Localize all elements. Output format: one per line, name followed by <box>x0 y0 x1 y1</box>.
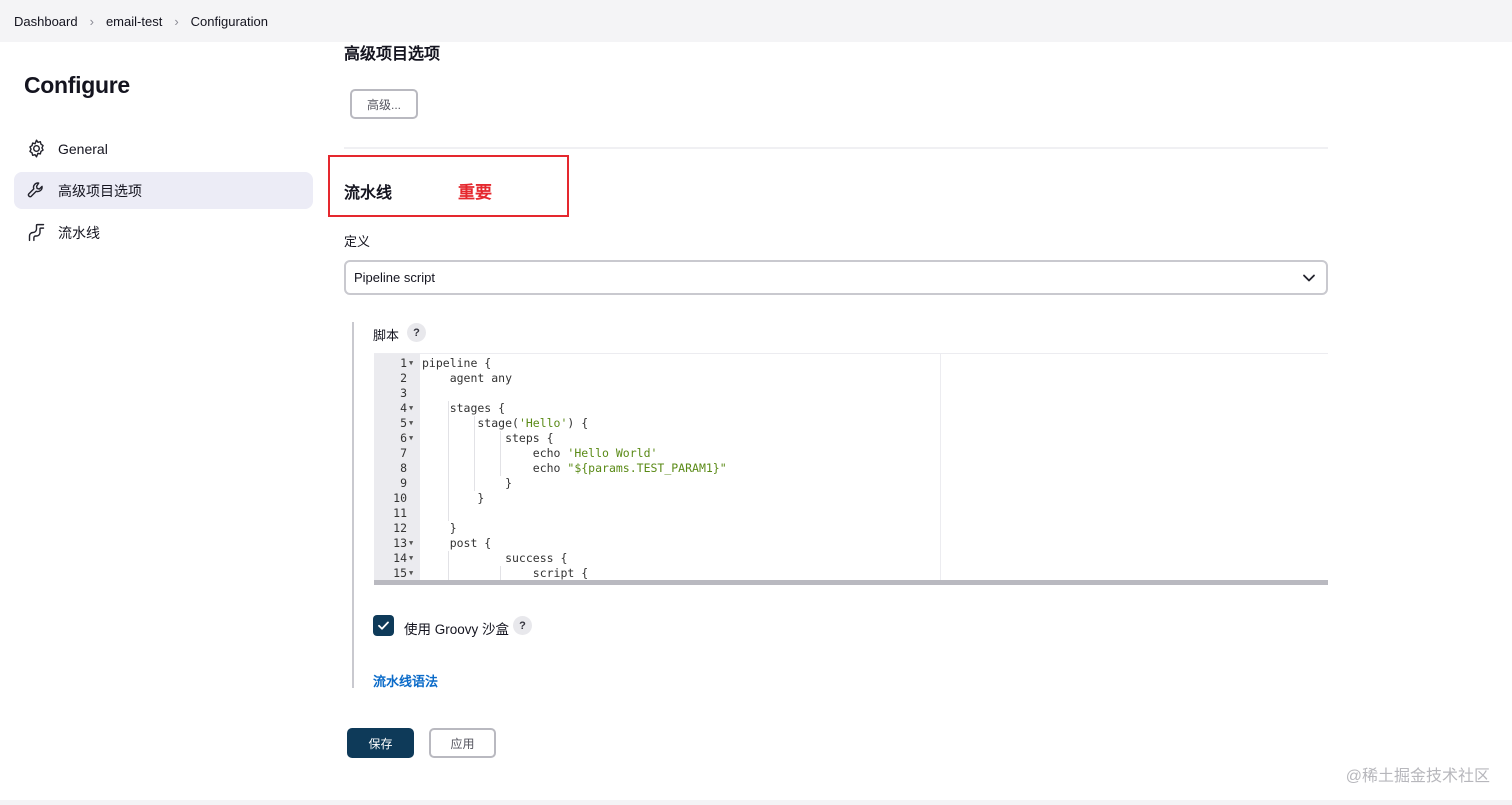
indent-guide <box>500 566 501 581</box>
code-line: 12 } <box>374 521 1328 536</box>
chevron-right-icon: › <box>174 13 179 29</box>
code-text: } <box>422 491 485 505</box>
fold-arrow-icon[interactable]: ▼ <box>409 416 413 431</box>
sidebar-item-pipeline[interactable]: 流水线 <box>14 214 313 251</box>
code-line: 7 echo 'Hello World' <box>374 446 1328 461</box>
indent-guide <box>474 416 475 491</box>
breadcrumb: Dashboard › email-test › Configuration <box>0 0 1512 42</box>
bottom-strip <box>0 800 1512 805</box>
fold-arrow-icon[interactable]: ▼ <box>409 536 413 551</box>
line-number: 15 <box>393 566 407 580</box>
line-number: 3 <box>400 386 407 400</box>
advanced-button[interactable]: 高级... <box>350 89 418 119</box>
code-string: 'Hello World' <box>567 446 658 460</box>
code-line: 2 agent any <box>374 371 1328 386</box>
save-button[interactable]: 保存 <box>347 728 414 758</box>
line-number: 7 <box>400 446 407 460</box>
groovy-sandbox-label: 使用 Groovy 沙盒 <box>404 622 510 637</box>
code-line: 11 <box>374 506 1328 521</box>
breadcrumb-configuration[interactable]: Configuration <box>191 14 268 29</box>
code-text: echo 'Hello World' <box>422 446 658 460</box>
indent-guide <box>448 551 449 581</box>
code-text: script { <box>422 566 589 580</box>
gear-icon <box>26 138 47 159</box>
indent-guide <box>500 431 501 476</box>
code-line: 4 ▼ stages { <box>374 401 1328 416</box>
groovy-sandbox-checkbox[interactable] <box>373 615 394 636</box>
checkmark-icon <box>378 621 389 630</box>
section-title-pipeline: 流水线 <box>344 185 393 202</box>
fold-arrow-icon[interactable]: ▼ <box>409 356 413 371</box>
line-number: 4 <box>400 401 407 415</box>
script-label: 脚本 <box>373 328 400 343</box>
fold-arrow-icon[interactable]: ▼ <box>409 551 413 566</box>
definition-select[interactable]: Pipeline script <box>344 260 1328 295</box>
line-number: 1 <box>400 356 407 370</box>
definition-label: 定义 <box>344 234 371 249</box>
section-divider <box>344 147 1328 149</box>
fold-arrow-icon[interactable]: ▼ <box>409 401 413 416</box>
breadcrumb-dashboard[interactable]: Dashboard <box>14 14 78 29</box>
code-line: 3 <box>374 386 1328 401</box>
pipeline-syntax-link[interactable]: 流水线语法 <box>373 671 438 690</box>
pipeline-icon <box>26 222 47 243</box>
code-line: 14 ▼ success { <box>374 551 1328 566</box>
code-line: 6 ▼ steps { <box>374 431 1328 446</box>
watermark: @稀土掘金技术社区 <box>1345 768 1490 785</box>
code-string: "${params.TEST_PARAM1}" <box>567 461 727 475</box>
line-number: 5 <box>400 416 407 430</box>
line-number: 12 <box>393 521 407 535</box>
code-line: 9 } <box>374 476 1328 491</box>
line-number: 11 <box>393 506 407 520</box>
breadcrumb-job[interactable]: email-test <box>106 14 162 29</box>
code-text: success { <box>422 551 568 565</box>
code-line: 5 ▼ stage('Hello') { <box>374 416 1328 431</box>
sidebar-item-general[interactable]: General <box>14 130 313 167</box>
definition-select-value: Pipeline script <box>354 270 435 285</box>
line-number: 13 <box>393 536 407 550</box>
line-number: 9 <box>400 476 407 490</box>
code-line: 10 } <box>374 491 1328 506</box>
nested-section-bar <box>352 322 354 688</box>
code-text: } <box>422 521 457 535</box>
important-annotation: 重要 <box>458 183 492 202</box>
code-text: steps { <box>422 431 554 445</box>
line-number: 2 <box>400 371 407 385</box>
fold-arrow-icon[interactable]: ▼ <box>409 566 413 581</box>
code-text: pipeline { <box>422 356 492 370</box>
line-number: 8 <box>400 461 407 475</box>
code-string: 'Hello' <box>518 416 568 430</box>
indent-guide <box>448 401 449 521</box>
code-line: 15 ▼ script { <box>374 566 1328 581</box>
editor-scrollbar[interactable] <box>374 580 1328 585</box>
sidebar-item-label: General <box>58 140 108 157</box>
code-text: stage('Hello') { <box>422 416 589 430</box>
sandbox-help-button[interactable]: ? <box>513 616 532 635</box>
code-line: 8 echo "${params.TEST_PARAM1}" <box>374 461 1328 476</box>
chevron-right-icon: › <box>89 13 94 29</box>
line-number: 6 <box>400 431 407 445</box>
page-title: Configure <box>24 72 130 98</box>
sidebar-item-label: 流水线 <box>58 224 100 241</box>
sidebar-item-label: 高级项目选项 <box>58 182 142 199</box>
sidebar-item-advanced[interactable]: 高级项目选项 <box>14 172 313 209</box>
line-number: 14 <box>393 551 407 565</box>
wrench-icon <box>26 180 47 201</box>
chevron-down-icon <box>1303 274 1315 282</box>
script-help-button[interactable]: ? <box>407 323 426 342</box>
code-line: 13 ▼ post { <box>374 536 1328 551</box>
code-text: } <box>422 476 513 490</box>
apply-button[interactable]: 应用 <box>429 728 496 758</box>
fold-arrow-icon[interactable]: ▼ <box>409 431 413 446</box>
code-line: 1 ▼ pipeline { <box>374 356 1328 371</box>
script-editor[interactable]: 1 ▼ pipeline {2 agent any 3 4 ▼ stages {5 ▼ st… <box>374 353 1328 585</box>
section-title-advanced: 高级项目选项 <box>344 46 441 63</box>
code-text: echo "${params.TEST_PARAM1}" <box>422 461 727 475</box>
code-text: agent any <box>422 371 513 385</box>
code-text: post { <box>422 536 492 550</box>
line-number: 10 <box>393 491 407 505</box>
code-text: stages { <box>422 401 506 415</box>
